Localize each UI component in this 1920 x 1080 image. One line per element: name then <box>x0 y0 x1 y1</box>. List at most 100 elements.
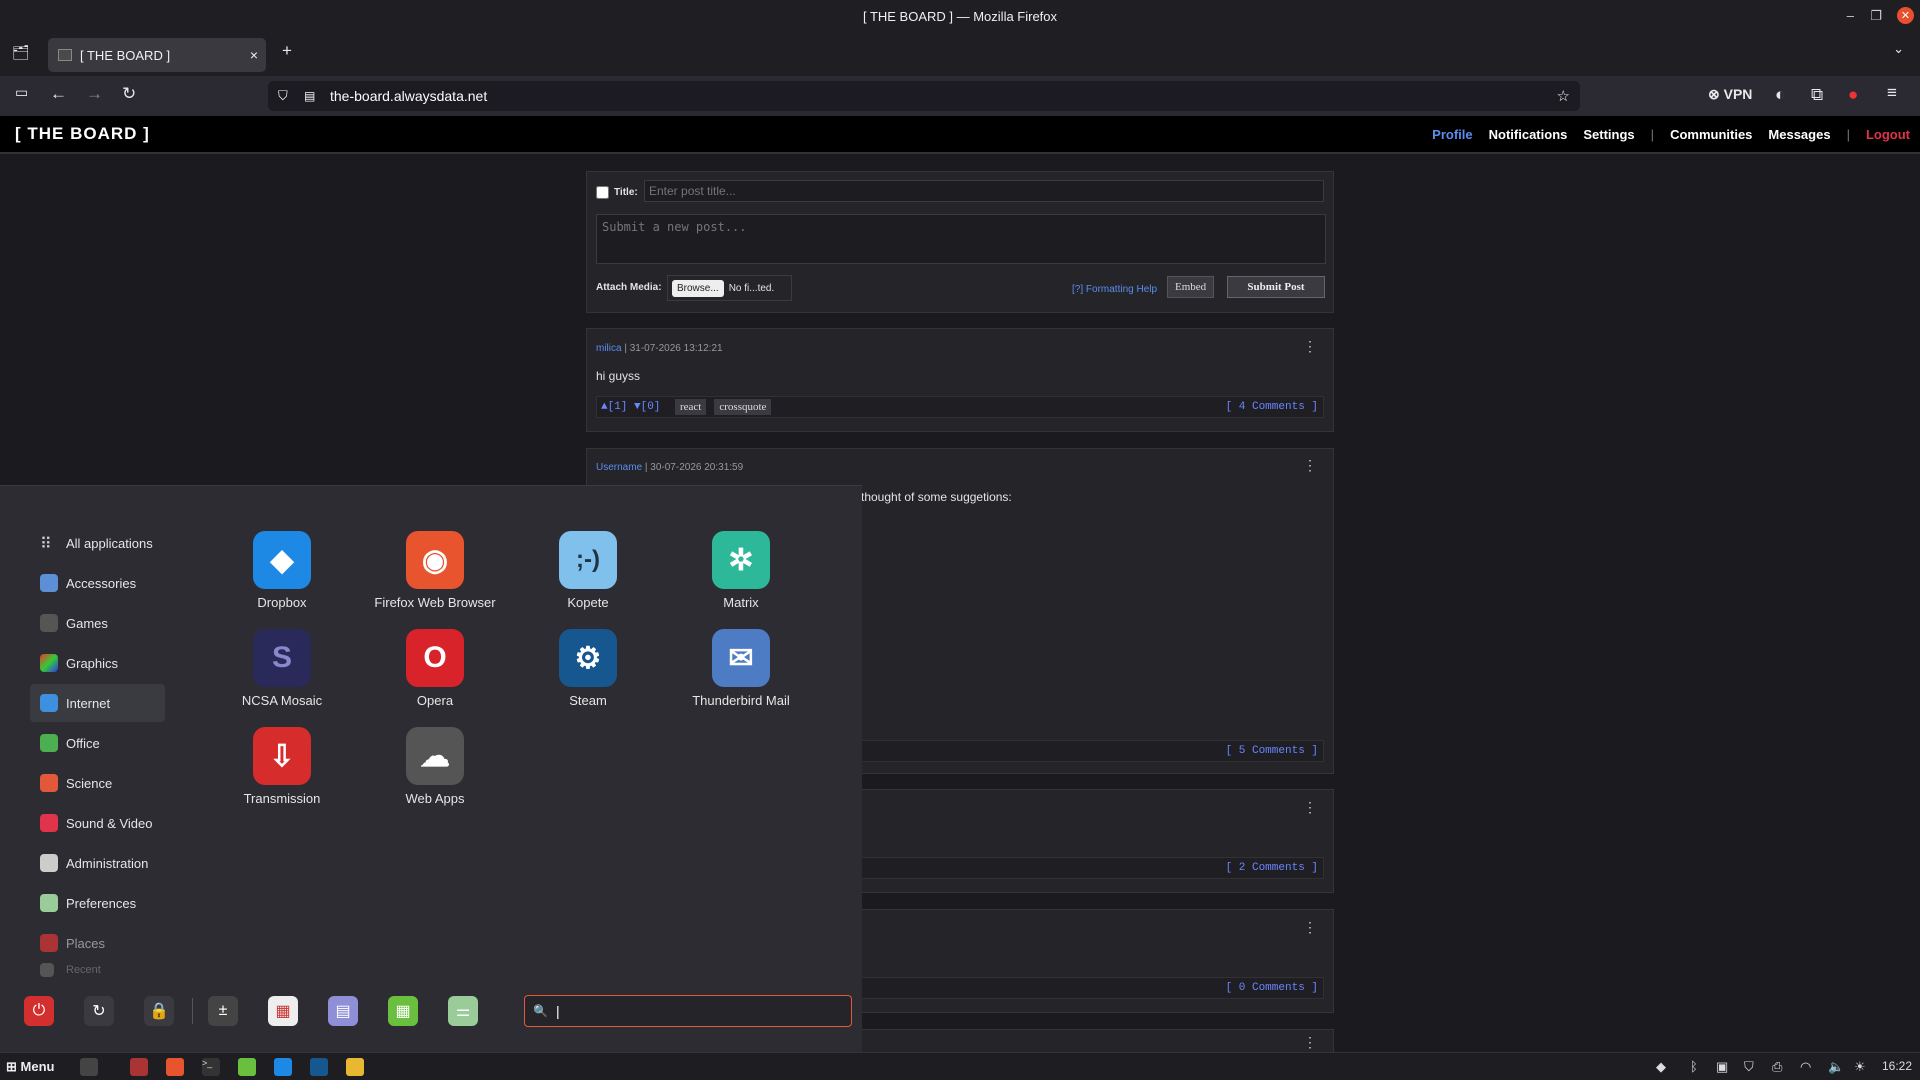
file-picker[interactable]: Browse... No fi...ted. <box>667 275 792 301</box>
show-desktop-icon[interactable] <box>80 1058 98 1076</box>
app-kopete[interactable]: ;-) Kopete <box>513 531 663 610</box>
post-author[interactable]: Username <box>596 462 642 473</box>
settings-toggle-icon[interactable]: ⚌ <box>448 996 478 1026</box>
comments-link[interactable]: [ 5 Comments ] <box>1226 745 1318 757</box>
post-options-icon[interactable]: ⋮ <box>1303 1034 1317 1051</box>
post-author[interactable]: milica <box>596 343 622 354</box>
printer-icon[interactable]: ⎙ <box>1772 1059 1782 1075</box>
nav-settings[interactable]: Settings <box>1583 127 1634 142</box>
maximize-icon[interactable]: ❐ <box>1870 8 1882 24</box>
category-administration[interactable]: Administration <box>30 844 165 882</box>
nav-messages[interactable]: Messages <box>1768 127 1830 142</box>
category-recent[interactable]: Recent <box>30 960 165 980</box>
browser-tab[interactable]: [ THE BOARD ] × <box>48 38 266 72</box>
menu-button[interactable]: ⊞ Menu <box>6 1059 54 1075</box>
lock-icon[interactable]: 🔒 <box>144 996 174 1026</box>
shield-icon[interactable]: ⛉ <box>278 88 288 104</box>
account-icon[interactable]: ◐ <box>1775 85 1785 105</box>
category-games[interactable]: Games <box>30 604 165 642</box>
power-icon[interactable]: ⏻ <box>24 996 54 1026</box>
minimize-icon[interactable]: – <box>1847 8 1854 23</box>
comments-link[interactable]: [ 0 Comments ] <box>1226 982 1318 994</box>
wifi-icon[interactable]: ◠ <box>1800 1059 1811 1075</box>
tab-list-icon[interactable]: 🗂 <box>12 44 30 61</box>
files-icon[interactable] <box>130 1058 148 1076</box>
steam-taskbar-icon[interactable] <box>310 1058 328 1076</box>
calculator-icon[interactable]: ± <box>208 996 238 1026</box>
brightness-icon[interactable]: ☀ <box>1854 1059 1866 1075</box>
shield-tray-icon[interactable]: ⛉ <box>1744 1059 1754 1075</box>
category-office[interactable]: Office <box>30 724 165 762</box>
app-steam[interactable]: ⚙ Steam <box>513 629 663 708</box>
sidebar-toggle-icon[interactable]: ▭ <box>15 84 28 101</box>
app-taskbar-icon[interactable] <box>346 1058 364 1076</box>
submit-post-button[interactable]: Submit Post <box>1227 276 1325 298</box>
app-dropbox[interactable]: ◆ Dropbox <box>207 531 357 610</box>
vote-controls[interactable]: ▲[1] ▼[0] <box>601 401 660 413</box>
firefox-taskbar-icon[interactable] <box>166 1058 184 1076</box>
post-options-icon[interactable]: ⋮ <box>1303 457 1317 474</box>
bookmark-star-icon[interactable]: ☆ <box>1557 87 1570 105</box>
title-checkbox[interactable] <box>596 186 609 199</box>
category-preferences[interactable]: Preferences <box>30 884 165 922</box>
vpn-button[interactable]: ⊗ VPN <box>1708 86 1752 103</box>
clock[interactable]: 16:22 <box>1882 1059 1912 1073</box>
nav-logout[interactable]: Logout <box>1866 127 1910 142</box>
crossquote-button[interactable]: crossquote <box>714 399 772 415</box>
nav-profile[interactable]: Profile <box>1432 127 1472 142</box>
post-options-icon[interactable]: ⋮ <box>1303 338 1317 355</box>
youtube-extension-icon[interactable]: ● <box>1848 85 1858 105</box>
react-button[interactable]: react <box>675 399 707 415</box>
bluetooth-icon[interactable]: ᛒ <box>1690 1059 1698 1074</box>
terminal-icon[interactable]: >_ <box>202 1058 220 1076</box>
app-matrix[interactable]: ✲ Matrix <box>666 531 816 610</box>
url-text[interactable]: the-board.alwaysdata.net <box>330 88 487 104</box>
url-bar[interactable]: ⛉ ▤ the-board.alwaysdata.net ☆ <box>268 81 1580 111</box>
extensions-icon[interactable]: ⧉ <box>1811 85 1823 105</box>
category-graphics[interactable]: Graphics <box>30 644 165 682</box>
close-window-icon[interactable]: ✕ <box>1897 7 1914 24</box>
spreadsheet-icon[interactable]: ▦ <box>388 996 418 1026</box>
nav-communities[interactable]: Communities <box>1670 127 1752 142</box>
dropbox-taskbar-icon[interactable] <box>274 1058 292 1076</box>
page-info-icon[interactable]: ▤ <box>304 89 315 103</box>
app-firefox[interactable]: ◉ Firefox Web Browser <box>360 531 510 610</box>
new-tab-icon[interactable]: + <box>282 41 292 61</box>
category-accessories[interactable]: Accessories <box>30 564 165 602</box>
post-options-icon[interactable]: ⋮ <box>1303 919 1317 936</box>
post-title-input[interactable] <box>644 180 1324 202</box>
app-ncsa-mosaic[interactable]: S NCSA Mosaic <box>207 629 357 708</box>
dropbox-tray-icon[interactable]: ◆ <box>1656 1059 1666 1075</box>
spreadsheet-taskbar-icon[interactable] <box>238 1058 256 1076</box>
formatting-help-link[interactable]: [?] Formatting Help <box>1072 284 1157 295</box>
calendar-icon[interactable]: ▦ <box>268 996 298 1026</box>
back-icon[interactable]: ← <box>50 84 67 104</box>
category-all-applications[interactable]: ⠿ All applications <box>30 524 165 562</box>
tab-overflow-chevron-icon[interactable]: ⌄ <box>1893 41 1904 57</box>
app-thunderbird[interactable]: ✉ Thunderbird Mail <box>666 629 816 708</box>
app-web-apps[interactable]: ☁ Web Apps <box>360 727 510 806</box>
browse-button[interactable]: Browse... <box>672 279 724 297</box>
nav-notifications[interactable]: Notifications <box>1489 127 1568 142</box>
reload-icon[interactable]: ↻ <box>122 84 136 104</box>
app-transmission[interactable]: ⇩ Transmission <box>207 727 357 806</box>
forward-icon[interactable]: → <box>86 84 103 104</box>
comments-link[interactable]: [ 4 Comments ] <box>1226 401 1318 413</box>
post-options-icon[interactable]: ⋮ <box>1303 799 1317 816</box>
restart-icon[interactable]: ↻ <box>84 996 114 1026</box>
clipboard-icon[interactable]: ▣ <box>1716 1059 1728 1075</box>
category-science[interactable]: Science <box>30 764 165 802</box>
hamburger-menu-icon[interactable]: ≡ <box>1887 83 1897 103</box>
comments-link[interactable]: [ 2 Comments ] <box>1226 862 1318 874</box>
app-opera[interactable]: O Opera <box>360 629 510 708</box>
category-sound-video[interactable]: Sound & Video <box>30 804 165 842</box>
menu-search-input[interactable]: 🔍 | <box>524 995 852 1027</box>
post-body-textarea[interactable] <box>596 214 1326 264</box>
site-logo[interactable]: [ THE BOARD ] <box>15 124 150 144</box>
text-editor-icon[interactable]: ▤ <box>328 996 358 1026</box>
embed-button[interactable]: Embed <box>1167 276 1215 298</box>
category-places[interactable]: Places <box>30 924 165 962</box>
close-tab-icon[interactable]: × <box>250 47 258 63</box>
category-internet[interactable]: Internet <box>30 684 165 722</box>
volume-icon[interactable]: 🔈 <box>1828 1059 1844 1075</box>
